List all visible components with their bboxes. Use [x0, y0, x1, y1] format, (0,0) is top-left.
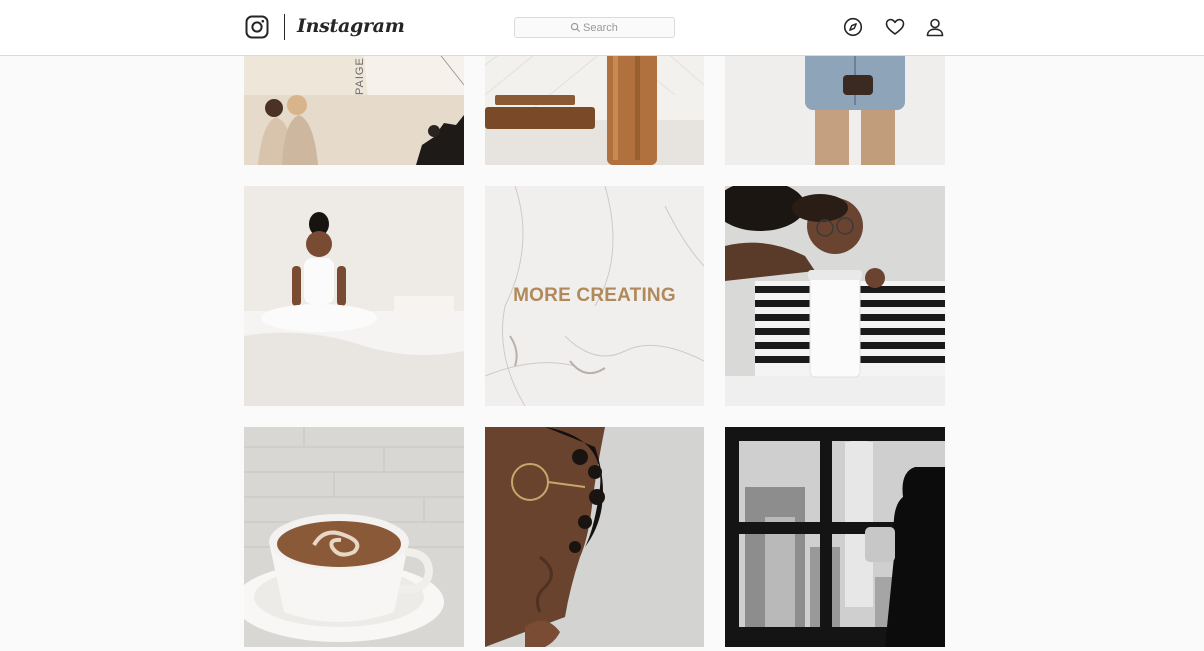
profile-icon[interactable] [925, 17, 945, 37]
post-thumbnail[interactable] [725, 186, 945, 406]
search-box[interactable] [514, 17, 675, 38]
post-thumbnail[interactable] [725, 427, 945, 647]
post-thumbnail[interactable] [485, 427, 704, 647]
search-icon [570, 22, 581, 33]
top-nav-bar: Instagram [0, 0, 1204, 56]
logo-divider [284, 14, 285, 40]
post-image-woman-glasses [485, 427, 704, 647]
instagram-logo-group[interactable]: Instagram [245, 12, 405, 42]
post-overlay-text: MORE CREATING [513, 285, 676, 306]
post-thumbnail[interactable] [244, 186, 464, 406]
posts-grid: PAIGE + JOSH 2017 [244, 0, 945, 647]
post-thumbnail[interactable] [244, 427, 464, 647]
post-image-coffee-cup [244, 427, 464, 647]
instagram-wordmark: Instagram [297, 15, 405, 37]
post-image-city-window [725, 427, 945, 647]
post-image-woman-stripes [725, 186, 945, 406]
posts-grid-container: PAIGE + JOSH 2017 [244, 0, 945, 647]
heart-icon[interactable] [885, 17, 905, 37]
compass-icon[interactable] [843, 17, 863, 37]
instagram-camera-icon [245, 15, 269, 39]
search-input[interactable] [583, 20, 668, 35]
post-thumbnail[interactable]: MORE CREATING [485, 186, 704, 406]
post-image-woman-on-bed [244, 186, 464, 406]
